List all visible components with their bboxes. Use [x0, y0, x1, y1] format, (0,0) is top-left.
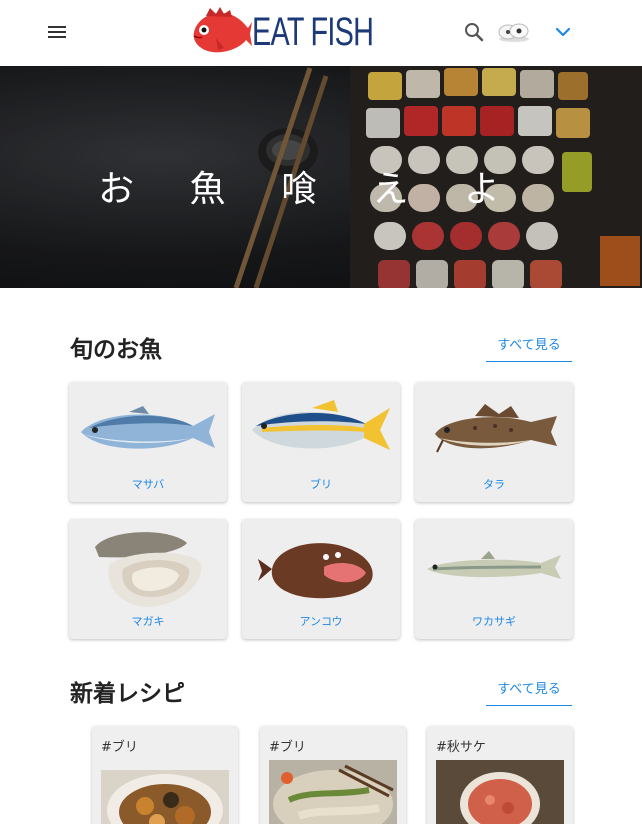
mackerel-icon [81, 406, 215, 449]
fish-label: マガキ [131, 615, 165, 628]
fish-card-buri[interactable]: ブリ [242, 382, 400, 502]
recipe-tag: #ブリ [101, 740, 138, 755]
chevron-down-icon[interactable] [553, 22, 573, 42]
fish-card-ankou[interactable]: アンコウ [242, 519, 400, 639]
recipe-photo [436, 760, 564, 824]
hero-banner: お 魚 喰 え よ [0, 66, 642, 288]
recipe-card[interactable]: #ブリ [92, 726, 238, 824]
recipe-tag: #秋サケ [436, 740, 486, 755]
recipe-card[interactable]: #ブリ [260, 726, 406, 824]
new-recipes-title: 新着レシピ [70, 681, 185, 707]
fish-label: マサバ [131, 478, 165, 491]
avatar[interactable] [497, 17, 531, 45]
pond-smelt-icon [427, 551, 561, 579]
app-header: EAT FISH [0, 0, 642, 66]
fish-label: ワカサギ [472, 615, 516, 628]
red-sea-bream-logo-icon [193, 7, 252, 53]
cod-icon [435, 404, 557, 453]
fish-card-tara[interactable]: タラ [415, 382, 573, 502]
search-icon[interactable] [462, 20, 486, 44]
seasonal-fish-title: 旬のお魚 [70, 337, 162, 363]
yellowtail-icon [252, 400, 390, 450]
recipes-see-all-link[interactable]: すべて見る [486, 674, 572, 706]
fish-card-magaki[interactable]: マガキ [69, 519, 227, 639]
seasonal-see-all-link[interactable]: すべて見る [486, 330, 572, 362]
recipe-photo [269, 760, 397, 824]
oyster-icon [95, 532, 202, 607]
anglerfish-icon [258, 543, 373, 599]
recipe-card[interactable]: #秋サケ [427, 726, 573, 824]
fish-card-wakasagi[interactable]: ワカサギ [415, 519, 573, 639]
menu-icon[interactable] [44, 21, 70, 43]
hero-title: お 魚 喰 え よ [98, 169, 522, 210]
recipe-photo [101, 770, 229, 824]
fish-card-masaba[interactable]: マサバ [69, 382, 227, 502]
fish-label: タラ [483, 478, 505, 491]
fish-label: ブリ [310, 478, 332, 491]
logo-text: EAT FISH [252, 10, 374, 54]
eat-fish-logo[interactable]: EAT FISH [188, 4, 374, 58]
recipe-tag: #ブリ [269, 740, 306, 755]
fish-label: アンコウ [299, 615, 343, 628]
